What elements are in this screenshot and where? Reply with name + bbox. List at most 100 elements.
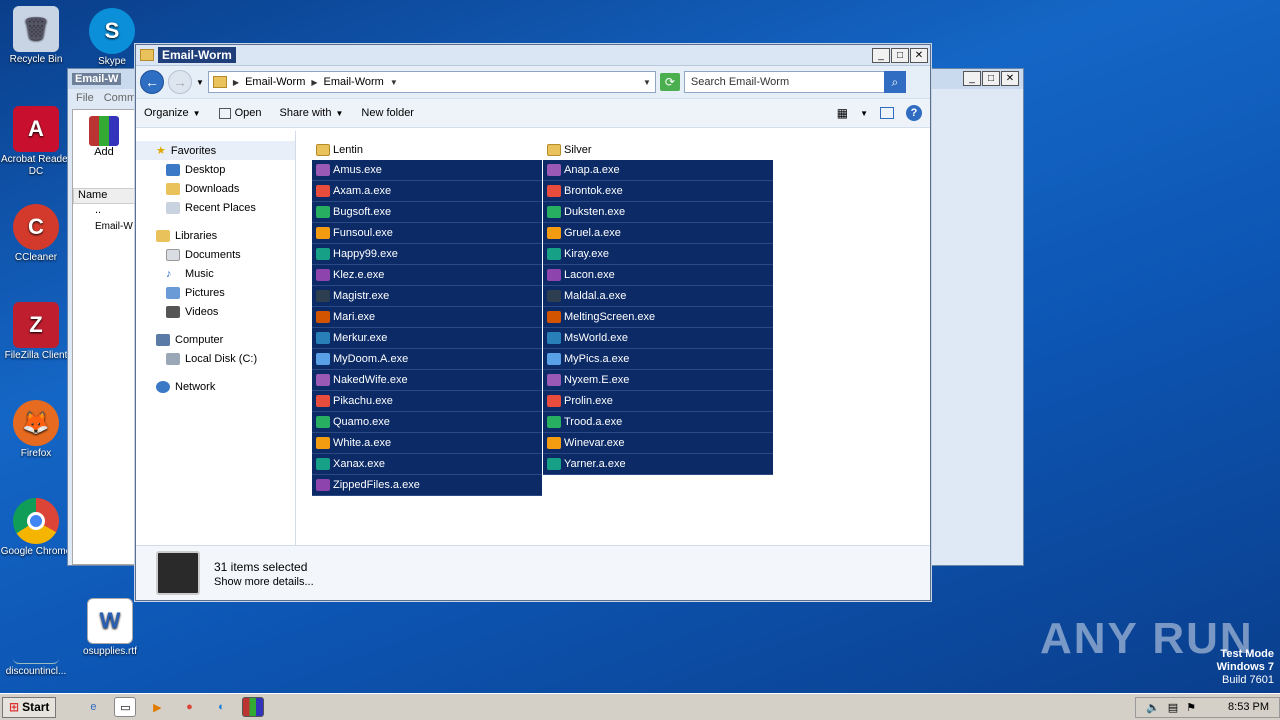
bg-minimize-button[interactable]: _: [963, 71, 981, 86]
nav-recent-places[interactable]: Recent Places: [136, 198, 295, 217]
edge-icon[interactable]: ◐: [210, 697, 232, 717]
winrar-taskbar-icon[interactable]: [242, 697, 265, 717]
open-button[interactable]: Open: [218, 107, 261, 119]
file-item[interactable]: Magistr.exe: [312, 286, 542, 307]
nav-network[interactable]: Network: [136, 377, 295, 396]
file-item[interactable]: White.a.exe: [312, 433, 542, 454]
bg-maximize-button[interactable]: □: [982, 71, 1000, 86]
breadcrumb-separator-icon[interactable]: ▶: [311, 78, 317, 87]
nav-pictures[interactable]: Pictures: [136, 283, 295, 302]
file-item[interactable]: ZippedFiles.a.exe: [312, 475, 542, 496]
file-item[interactable]: Kiray.exe: [543, 244, 773, 265]
bg-name-header[interactable]: Name: [73, 188, 135, 204]
flag-icon[interactable]: ⚑: [1186, 701, 1196, 714]
forward-button[interactable]: →: [168, 70, 192, 94]
file-item[interactable]: Prolin.exe: [543, 391, 773, 412]
nav-videos[interactable]: Videos: [136, 302, 295, 321]
file-item[interactable]: Funsoul.exe: [312, 223, 542, 244]
minimize-button[interactable]: _: [872, 48, 890, 63]
share-with-button[interactable]: Share with ▼: [279, 107, 343, 119]
search-icon[interactable]: ⌕: [883, 71, 906, 93]
file-item[interactable]: Gruel.a.exe: [543, 223, 773, 244]
close-button[interactable]: ✕: [910, 48, 928, 63]
file-item[interactable]: MeltingScreen.exe: [543, 307, 773, 328]
bg-menu-comm[interactable]: Comm: [104, 92, 136, 104]
address-bar[interactable]: ▶ Email-Worm ▶ Email-Worm ▼ ▼: [207, 71, 656, 93]
desktop-icon-ccleaner[interactable]: C CCleaner: [0, 204, 72, 264]
breadcrumb-item[interactable]: Email-Worm: [245, 76, 305, 88]
help-icon[interactable]: ?: [906, 105, 922, 121]
desktop-icon-acrobat[interactable]: A Acrobat Reader DC: [0, 106, 72, 178]
desktop-icon-recycle-bin[interactable]: 🗑 Recycle Bin: [0, 6, 72, 66]
file-item[interactable]: Bugsoft.exe: [312, 202, 542, 223]
nav-documents[interactable]: Documents: [136, 245, 295, 264]
file-item[interactable]: Winevar.exe: [543, 433, 773, 454]
desktop-icon-osupplies[interactable]: W osupplies.rtf: [74, 598, 146, 658]
bg-row[interactable]: Email-W: [73, 221, 135, 238]
explorer-window[interactable]: Email-Worm _ □ ✕ ← → ▼ ▶ Email-Worm ▶ Em…: [135, 44, 931, 601]
nav-computer[interactable]: Computer: [136, 330, 295, 349]
nav-local-disk[interactable]: Local Disk (C:): [136, 349, 295, 368]
bg-close-button[interactable]: ✕: [1001, 71, 1019, 86]
back-button[interactable]: ←: [140, 70, 164, 94]
file-item[interactable]: Merkur.exe: [312, 328, 542, 349]
file-item[interactable]: Quamo.exe: [312, 412, 542, 433]
show-more-details-link[interactable]: Show more details...: [214, 576, 314, 588]
breadcrumb-item[interactable]: Email-Worm: [324, 76, 384, 88]
file-item[interactable]: Brontok.exe: [543, 181, 773, 202]
nav-libraries[interactable]: Libraries: [136, 226, 295, 245]
nav-desktop[interactable]: Desktop: [136, 160, 295, 179]
desktop-icon-filezilla[interactable]: Z FileZilla Client: [0, 302, 72, 362]
file-item[interactable]: MyPics.a.exe: [543, 349, 773, 370]
desktop-icon-chrome[interactable]: Google Chrome: [0, 498, 72, 558]
file-item[interactable]: Duksten.exe: [543, 202, 773, 223]
organize-button[interactable]: Organize ▼: [144, 107, 201, 119]
new-folder-button[interactable]: New folder: [361, 107, 414, 119]
refresh-button[interactable]: ⟳: [659, 73, 680, 91]
file-item[interactable]: Trood.a.exe: [543, 412, 773, 433]
file-item[interactable]: Xanax.exe: [312, 454, 542, 475]
media-player-icon[interactable]: ▶: [146, 697, 168, 717]
network-tray-icon[interactable]: ▤: [1168, 701, 1178, 714]
view-grid-icon[interactable]: ▦: [837, 106, 848, 120]
history-dropdown-icon[interactable]: ▼: [643, 78, 651, 87]
bg-row[interactable]: ..: [73, 204, 135, 221]
file-item[interactable]: Happy99.exe: [312, 244, 542, 265]
chevron-down-icon[interactable]: ▼: [196, 78, 204, 87]
file-item[interactable]: MsWorld.exe: [543, 328, 773, 349]
file-item[interactable]: Pikachu.exe: [312, 391, 542, 412]
preview-pane-icon[interactable]: [880, 107, 894, 119]
nav-favorites[interactable]: ★ Favorites: [136, 141, 295, 160]
chrome-taskbar-icon[interactable]: ●: [178, 697, 200, 717]
start-button[interactable]: ⊞ Start: [2, 696, 57, 718]
file-item[interactable]: NakedWife.exe: [312, 370, 542, 391]
maximize-button[interactable]: □: [891, 48, 909, 63]
file-item[interactable]: Lacon.exe: [543, 265, 773, 286]
desktop-icon-discount[interactable]: discountincl...: [0, 618, 72, 678]
file-item[interactable]: Axam.a.exe: [312, 181, 542, 202]
file-item[interactable]: Mari.exe: [312, 307, 542, 328]
file-item[interactable]: Klez.e.exe: [312, 265, 542, 286]
file-item[interactable]: Amus.exe: [312, 160, 542, 181]
breadcrumb-separator-icon[interactable]: ▶: [233, 78, 239, 87]
nav-downloads[interactable]: Downloads: [136, 179, 295, 198]
file-item[interactable]: Nyxem.E.exe: [543, 370, 773, 391]
bg-add-button[interactable]: Add: [73, 116, 135, 158]
explorer-taskbar-icon[interactable]: ▭: [114, 697, 137, 717]
folder-item[interactable]: Lentin: [312, 139, 542, 160]
desktop-icon-firefox[interactable]: 🦊 Firefox: [0, 400, 72, 460]
window-titlebar[interactable]: Email-Worm _ □ ✕: [136, 45, 930, 66]
volume-icon[interactable]: 🔈: [1146, 701, 1160, 714]
clock[interactable]: 8:53 PM: [1228, 701, 1269, 713]
file-item[interactable]: MyDoom.A.exe: [312, 349, 542, 370]
bg-menu-file[interactable]: File: [76, 92, 94, 104]
file-item[interactable]: Yarner.a.exe: [543, 454, 773, 475]
file-item[interactable]: Anap.a.exe: [543, 160, 773, 181]
chevron-down-icon[interactable]: ▼: [860, 109, 868, 118]
search-input[interactable]: Search Email-Worm ⌕: [683, 71, 906, 93]
file-item[interactable]: Maldal.a.exe: [543, 286, 773, 307]
nav-music[interactable]: ♪ Music: [136, 264, 295, 283]
chevron-down-icon[interactable]: ▼: [390, 78, 398, 87]
ie-icon[interactable]: e: [82, 697, 104, 717]
folder-item[interactable]: Silver: [543, 139, 773, 160]
